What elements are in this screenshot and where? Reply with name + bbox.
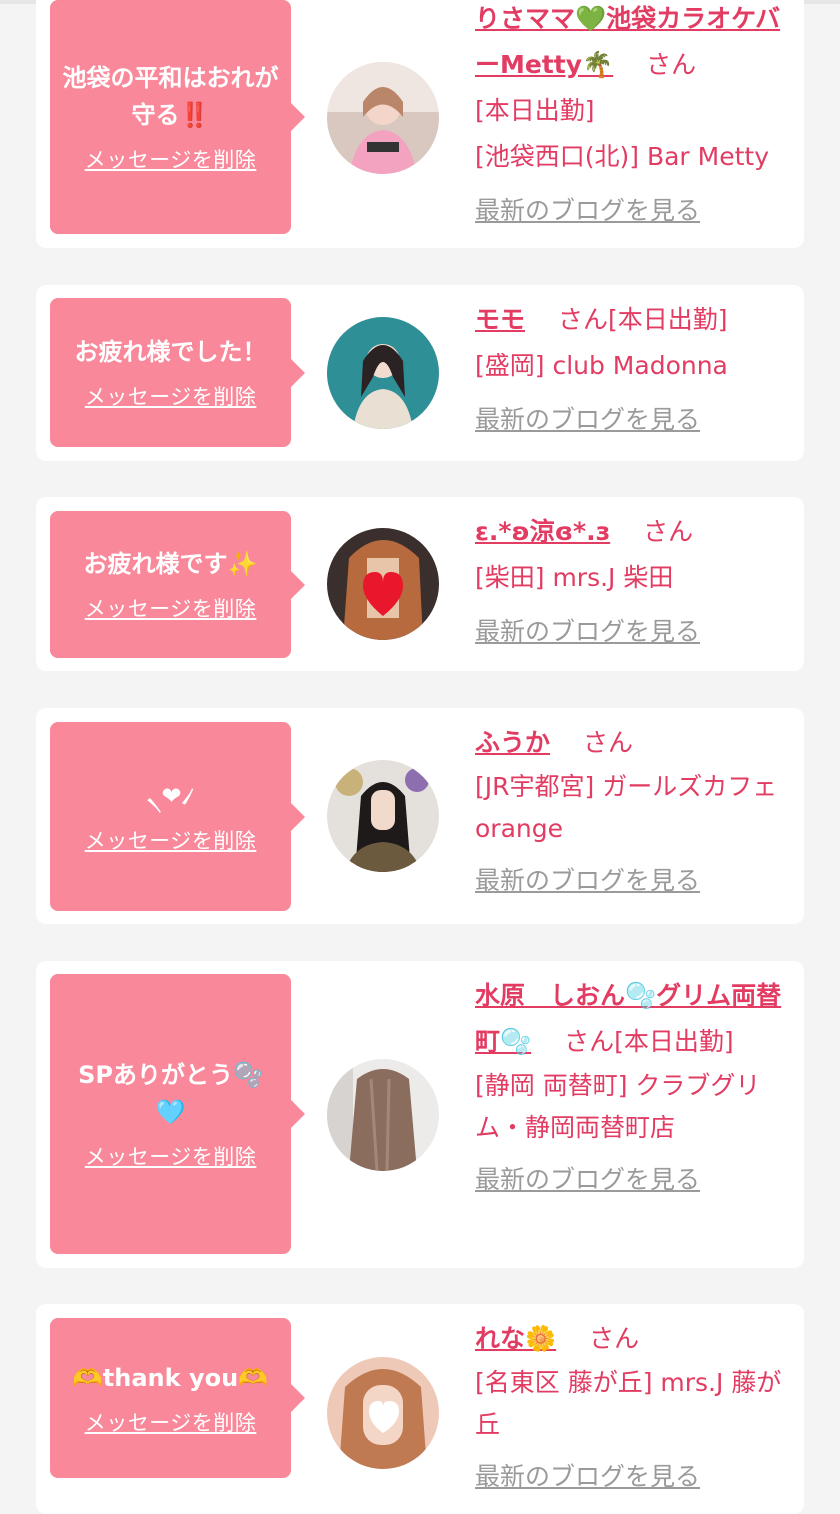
honorific: さん: [582, 728, 633, 757]
message-card: SPありがとう🫧🩵 メッセージを削除 水原 しおん🫧グリム両替町🫧 さん[本日出…: [36, 961, 804, 1268]
cast-info: ε.*ʚ涼ɞ*.з さん [柴田] mrs.J 柴田 最新のブログを見る: [475, 509, 795, 655]
delete-message-link[interactable]: メッセージを削除: [85, 1141, 257, 1171]
message-card: お疲れ様でした！ メッセージを削除 モモ さん[本日出勤] [盛岡] club …: [36, 285, 804, 461]
message-bubble: 🫶thank you🫶 メッセージを削除: [50, 1318, 305, 1478]
work-status: [本日出勤]: [608, 305, 728, 334]
cast-name-link[interactable]: ふうか: [475, 728, 550, 757]
store-name: [JR宇都宮] ガールズカフェ orange: [475, 772, 778, 843]
delete-message-link[interactable]: メッセージを削除: [85, 1407, 257, 1437]
message-text: お疲れ様でした！: [74, 338, 267, 366]
honorific: さん: [589, 1324, 640, 1353]
message-bubble: 池袋の平和はおれが守る‼️ メッセージを削除: [50, 0, 305, 234]
store-name: [盛岡] club Madonna: [475, 351, 728, 380]
avatar[interactable]: [327, 317, 439, 429]
latest-blog-link[interactable]: 最新のブログを見る: [475, 1454, 795, 1500]
message-card: 池袋の平和はおれが守る‼️ メッセージを削除 りさママ💚池袋カラオケバーMett…: [36, 0, 804, 248]
store-name: [池袋西口(北)] Bar Metty: [475, 142, 770, 171]
honorific: さん: [564, 1027, 615, 1056]
avatar-photo-icon: [327, 1059, 439, 1171]
work-status: [本日出勤]: [614, 1027, 734, 1056]
honorific: さん: [643, 517, 694, 546]
message-card: ৲❤︎৴ メッセージを削除 ふうか さん [JR宇都宮] ガールズカフェ ora…: [36, 708, 804, 924]
store-name: [静岡 両替町] クラブグリム・静岡両替町店: [475, 1071, 761, 1142]
cast-info: りさママ💚池袋カラオケバーMetty🌴 さん [本日出勤] [池袋西口(北)] …: [475, 0, 795, 234]
latest-blog-link[interactable]: 最新のブログを見る: [475, 609, 795, 655]
message-bubble: お疲れ様です✨ メッセージを削除: [50, 511, 305, 658]
latest-blog-link[interactable]: 最新のブログを見る: [475, 858, 795, 904]
avatar-photo-icon: [327, 317, 439, 429]
cast-info: ふうか さん [JR宇都宮] ガールズカフェ orange 最新のブログを見る: [475, 720, 795, 904]
message-text: 🫶thank you🫶: [72, 1363, 269, 1392]
latest-blog-link[interactable]: 最新のブログを見る: [475, 188, 795, 234]
cast-info: 水原 しおん🫧グリム両替町🫧 さん[本日出勤] [静岡 両替町] クラブグリム・…: [475, 973, 795, 1203]
message-bubble: お疲れ様でした！ メッセージを削除: [50, 298, 305, 447]
message-card: 🫶thank you🫶 メッセージを削除 れな🌼 さん [名東区 藤が丘] mr…: [36, 1304, 804, 1514]
latest-blog-link[interactable]: 最新のブログを見る: [475, 397, 795, 443]
honorific: さん: [557, 305, 608, 334]
message-text: SPありがとう🫧🩵: [78, 1061, 263, 1126]
avatar-photo-icon: [327, 1357, 439, 1469]
delete-message-link[interactable]: メッセージを削除: [85, 825, 257, 855]
cast-name-link[interactable]: ε.*ʚ涼ɞ*.з: [475, 517, 610, 546]
cast-name-link[interactable]: れな🌼: [475, 1324, 556, 1353]
avatar[interactable]: [327, 1357, 439, 1469]
honorific: さん: [646, 50, 697, 79]
cast-info: モモ さん[本日出勤] [盛岡] club Madonna 最新のブログを見る: [475, 297, 795, 443]
avatar[interactable]: [327, 528, 439, 640]
work-status: [本日出勤]: [475, 96, 595, 125]
delete-message-link[interactable]: メッセージを削除: [85, 381, 257, 411]
message-text: 池袋の平和はおれが守る‼️: [62, 64, 279, 129]
message-card: お疲れ様です✨ メッセージを削除 ε.*ʚ涼ɞ*.з さん [柴田] mrs.J…: [36, 497, 804, 671]
delete-message-link[interactable]: メッセージを削除: [85, 144, 257, 174]
store-name: [名東区 藤が丘] mrs.J 藤が丘: [475, 1368, 782, 1439]
latest-blog-link[interactable]: 最新のブログを見る: [475, 1157, 795, 1203]
message-list: 池袋の平和はおれが守る‼️ メッセージを削除 りさママ💚池袋カラオケバーMett…: [0, 0, 840, 1514]
avatar-photo-icon: [327, 62, 439, 174]
avatar[interactable]: [327, 62, 439, 174]
cast-info: れな🌼 さん [名東区 藤が丘] mrs.J 藤が丘 最新のブログを見る: [475, 1316, 795, 1500]
delete-message-link[interactable]: メッセージを削除: [85, 593, 257, 623]
avatar-photo-icon: [327, 528, 439, 640]
message-bubble: ৲❤︎৴ メッセージを削除: [50, 722, 305, 911]
store-name: [柴田] mrs.J 柴田: [475, 563, 674, 592]
message-text: お疲れ様です✨: [83, 550, 258, 578]
avatar[interactable]: [327, 760, 439, 872]
avatar-photo-icon: [327, 760, 439, 872]
message-text: ৲❤︎৴: [146, 782, 195, 810]
avatar[interactable]: [327, 1059, 439, 1171]
message-bubble: SPありがとう🫧🩵 メッセージを削除: [50, 974, 305, 1254]
cast-name-link[interactable]: モモ: [475, 305, 525, 334]
